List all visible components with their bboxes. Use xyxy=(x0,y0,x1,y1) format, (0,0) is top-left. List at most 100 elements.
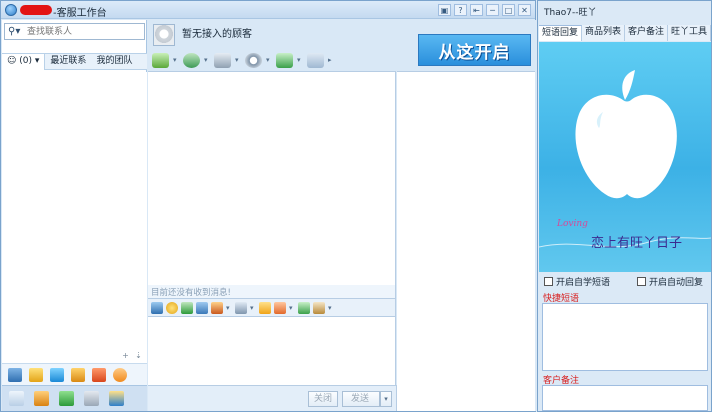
help-icon[interactable]: ? xyxy=(454,4,467,16)
image-icon[interactable] xyxy=(196,301,208,314)
tab-product-list[interactable]: 商品列表 xyxy=(582,25,626,41)
send-bar: 关闭 发送 ▾ xyxy=(148,385,397,411)
contact-tabs: ☺ (0) ▾ 最近联系 我的团队 xyxy=(2,53,147,70)
chat-history[interactable] xyxy=(148,71,396,285)
chevron-down-icon[interactable]: ▾ xyxy=(250,304,256,312)
phone-icon[interactable] xyxy=(59,391,74,406)
chat-status-text: 目前还没有收到消息! xyxy=(151,288,231,298)
screenshot-icon[interactable] xyxy=(211,301,223,314)
add-icon[interactable]: + xyxy=(121,351,130,360)
format-icon[interactable] xyxy=(181,301,193,314)
mascot-icon[interactable] xyxy=(113,367,127,382)
contacts-panel: ⚲▾ ☺ (0) ▾ 最近联系 我的团队 + ⇣ xyxy=(2,20,147,411)
search-icon: ⚲▾ xyxy=(8,26,21,37)
banner-script-text: Loving xyxy=(557,219,588,229)
banner-slogan: 恋上有旺丫日子 xyxy=(591,236,683,251)
promo-banner[interactable]: 从这开启 xyxy=(418,34,531,66)
chevron-down-icon[interactable]: ▾ xyxy=(235,56,241,64)
globe-icon[interactable] xyxy=(183,52,200,68)
download-icon[interactable]: ⇣ xyxy=(134,351,143,360)
chat-toolbar: ▾ ▾ ▾ ▾ ▾ ▸ xyxy=(148,50,418,70)
emoji-icon[interactable] xyxy=(166,301,178,314)
tab-contacts[interactable]: ☺ (0) ▾ xyxy=(2,54,46,70)
close-icon[interactable]: ✕ xyxy=(518,4,531,16)
search-input[interactable] xyxy=(27,25,142,38)
heart-icon[interactable] xyxy=(274,301,286,314)
close-button[interactable]: 关闭 xyxy=(308,391,338,407)
left-toolbar xyxy=(2,363,147,385)
chevron-right-icon[interactable]: ▸ xyxy=(328,56,334,64)
avatar xyxy=(153,24,175,46)
chevron-down-icon[interactable]: ▾ xyxy=(173,56,179,64)
person-icon: ☺ xyxy=(7,56,17,66)
chat-panel: 暂无接入的顾客 从这开启 ▾ ▾ ▾ ▾ ▾ ▸ 目前还没有收到消息! ▾ ▾ … xyxy=(148,20,536,411)
chevron-down-icon[interactable]: ▾ xyxy=(297,56,303,64)
skin-icon[interactable]: ▣ xyxy=(438,4,451,16)
send-options-button[interactable]: ▾ xyxy=(380,391,392,407)
tab-customer-notes[interactable]: 客户备注 xyxy=(625,25,669,41)
customer-info-panel xyxy=(397,71,535,411)
quick-reply-icon[interactable] xyxy=(298,301,310,314)
shop-icon[interactable] xyxy=(92,367,106,382)
auto-reply-checkbox[interactable] xyxy=(637,277,646,286)
tab-my-team[interactable]: 我的团队 xyxy=(91,54,137,70)
user-manager-icon[interactable] xyxy=(8,367,22,382)
app-logo-icon xyxy=(5,4,17,16)
chevron-down-icon[interactable]: ▾ xyxy=(328,304,334,312)
self-learn-option[interactable]: 开启自学短语 xyxy=(544,275,610,288)
contact-list[interactable] xyxy=(2,72,147,369)
chevron-down-icon[interactable]: ▾ xyxy=(204,56,210,64)
app-icon[interactable] xyxy=(50,367,64,382)
tab-tools[interactable]: 旺丫工具 xyxy=(668,25,712,41)
quick-phrases-box[interactable] xyxy=(542,303,708,371)
visitor-name: 暂无接入的顾客 xyxy=(182,29,252,40)
auto-reply-label: 开启自动回复 xyxy=(649,278,704,288)
package-icon[interactable] xyxy=(71,367,85,382)
title-bar[interactable]: -客服工作台 ▣ ? ⇤ ─ □ ✕ xyxy=(1,1,535,19)
side-panel-title: Thao7--旺丫 xyxy=(544,8,597,18)
tab-phrase-reply[interactable]: 短语回复 xyxy=(539,25,583,41)
message-input[interactable] xyxy=(148,317,396,385)
store-icon[interactable] xyxy=(34,391,49,406)
chevron-down-icon: ▾ xyxy=(34,56,40,66)
eject-icon[interactable] xyxy=(9,391,24,406)
window-controls: ▣ ? ⇤ ─ □ ✕ xyxy=(438,4,531,16)
window-title: -客服工作台 xyxy=(53,8,107,19)
chevron-down-icon[interactable]: ▾ xyxy=(266,56,272,64)
chat-status-bar: 目前还没有收到消息! xyxy=(148,285,396,298)
transfer-icon[interactable] xyxy=(152,52,169,68)
monitor-icon[interactable] xyxy=(109,391,124,406)
tab-contacts-label: (0) xyxy=(19,56,33,66)
chevron-down-icon[interactable]: ▾ xyxy=(289,304,295,312)
calendar-icon[interactable] xyxy=(29,367,43,382)
calculator-icon[interactable] xyxy=(84,391,99,406)
search-box[interactable]: ⚲▾ xyxy=(4,23,145,40)
left-bottom-bar xyxy=(2,385,147,411)
self-learn-label: 开启自学短语 xyxy=(556,278,611,288)
self-learn-checkbox[interactable] xyxy=(544,277,553,286)
history-icon[interactable] xyxy=(235,301,247,314)
tab-recent[interactable]: 最近联系 xyxy=(45,54,91,70)
contact-card-icon[interactable] xyxy=(276,52,293,68)
screen-share-icon[interactable] xyxy=(307,52,324,68)
customer-notes-box[interactable] xyxy=(542,385,708,411)
font-icon[interactable] xyxy=(151,301,163,314)
collapse-icon[interactable]: ⇤ xyxy=(470,4,483,16)
side-options: 开启自学短语 开启自动回复 xyxy=(542,275,710,289)
document-icon[interactable] xyxy=(313,301,325,314)
bell-icon[interactable] xyxy=(259,301,271,314)
chevron-down-icon[interactable]: ▾ xyxy=(226,304,232,312)
microphone-icon[interactable] xyxy=(214,52,231,68)
promo-text: 从这开启 xyxy=(438,42,511,63)
maximize-icon[interactable]: □ xyxy=(502,4,515,16)
side-tabs: 短语回复 商品列表 客户备注 旺丫工具 xyxy=(539,25,712,41)
send-button[interactable]: 发送 xyxy=(342,391,380,407)
side-panel: Thao7--旺丫 短语回复 商品列表 客户备注 旺丫工具 Loving 恋上有… xyxy=(537,0,712,412)
input-toolbar: ▾ ▾ ▾ ▾ xyxy=(148,298,396,317)
list-mini-controls: + ⇣ xyxy=(121,351,143,360)
minimize-icon[interactable]: ─ xyxy=(486,4,499,16)
camera-icon[interactable] xyxy=(245,52,262,68)
auto-reply-option[interactable]: 开启自动回复 xyxy=(637,275,703,288)
side-banner: Loving 恋上有旺丫日子 xyxy=(539,42,711,272)
main-window: -客服工作台 ▣ ? ⇤ ─ □ ✕ ⚲▾ ☺ (0) ▾ 最近联系 我的团队 … xyxy=(0,0,536,412)
